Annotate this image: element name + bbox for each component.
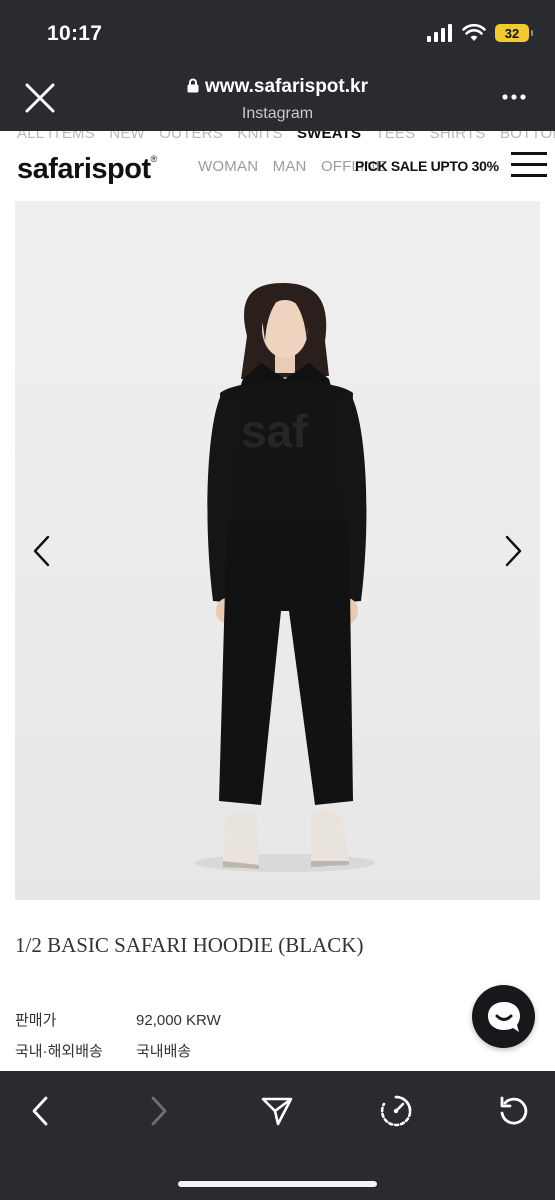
site-header: ALL ITEMS NEW OUTERS KNITS SWEATS TEES S… [0, 131, 555, 199]
category-outers[interactable]: OUTERS [159, 131, 223, 142]
share-icon [261, 1097, 293, 1126]
product-image[interactable]: saf [15, 201, 540, 900]
speed-icon [380, 1095, 412, 1127]
speed-button[interactable] [376, 1091, 416, 1131]
forward-button[interactable] [139, 1091, 179, 1131]
price-row: 판매가 92,000 KRW [15, 1009, 221, 1030]
shipping-label: 국내·해외배송 [15, 1043, 103, 1060]
price-label: 판매가 [15, 1012, 57, 1029]
hoodie-print: saf [241, 405, 308, 457]
product-title: 1/2 BASIC SAFARI HOODIE (BLACK) [15, 933, 364, 957]
reload-icon [500, 1096, 528, 1125]
address-bar[interactable]: www.safarispot.kr [0, 76, 555, 98]
category-all-items[interactable]: ALL ITEMS [17, 131, 95, 142]
chat-button[interactable] [472, 985, 535, 1048]
back-button[interactable] [20, 1091, 60, 1131]
category-nav: ALL ITEMS NEW OUTERS KNITS SWEATS TEES S… [17, 131, 555, 142]
status-time: 10:17 [47, 22, 103, 45]
price-value: 92,000 KRW [136, 1012, 221, 1029]
browser-header: 10:17 32 www.safarispot.kr Instagram [0, 0, 555, 131]
more-icon[interactable] [501, 93, 527, 101]
home-indicator[interactable] [178, 1181, 377, 1187]
category-shirts[interactable]: SHIRTS [430, 131, 486, 142]
reload-button[interactable] [494, 1091, 534, 1131]
model-photo: saf [195, 283, 375, 872]
hamburger-menu-icon[interactable] [511, 152, 547, 180]
lock-icon [187, 78, 199, 93]
promo-banner[interactable]: PICK SALE UPTO 30% [355, 158, 499, 174]
chat-icon [487, 1001, 520, 1032]
category-new[interactable]: NEW [109, 131, 145, 142]
category-tees[interactable]: TEES [375, 131, 415, 142]
back-icon [32, 1096, 48, 1126]
shipping-value: 국내배송 [136, 1043, 192, 1060]
chevron-right-icon[interactable] [503, 535, 523, 567]
browser-toolbar [0, 1071, 555, 1200]
url-text: www.safarispot.kr [205, 76, 368, 97]
nav-woman[interactable]: WOMAN [198, 158, 258, 175]
signal-icon [427, 24, 452, 42]
category-sweats[interactable]: SWEATS [297, 131, 361, 142]
shipping-row: 국내·해외배송 국내배송 [15, 1040, 191, 1061]
battery-indicator: 32 [495, 24, 533, 42]
logo-mark: ® [150, 154, 158, 164]
logo-text: safarispot [17, 153, 151, 185]
forward-icon [151, 1096, 167, 1126]
browser-source-label: Instagram [241, 105, 314, 122]
wifi-icon [462, 24, 486, 41]
site-logo[interactable]: safarispot® [17, 153, 157, 186]
status-icons: 32 [427, 24, 533, 42]
share-button[interactable] [257, 1091, 297, 1131]
chevron-left-icon[interactable] [32, 535, 52, 567]
category-knits[interactable]: KNITS [237, 131, 282, 142]
category-bottom[interactable]: BOTTOM [500, 131, 555, 142]
nav-man[interactable]: MAN [273, 158, 307, 175]
